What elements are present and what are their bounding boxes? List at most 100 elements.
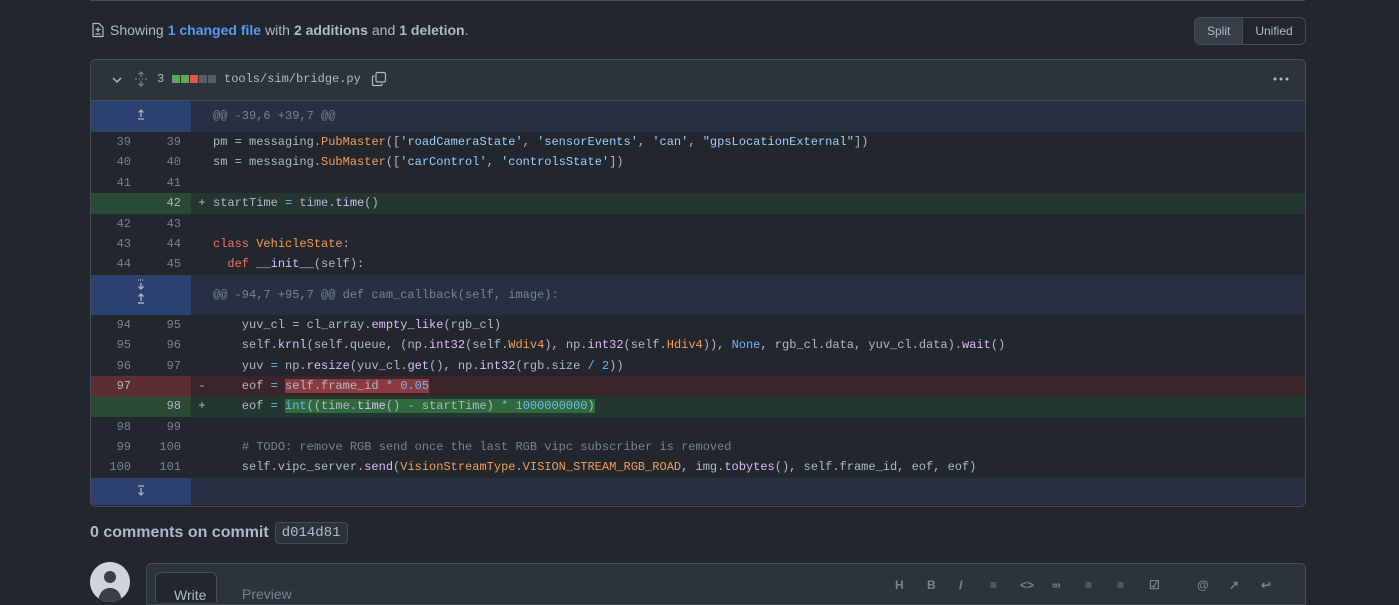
- ordered-list-icon[interactable]: ≡: [1117, 578, 1133, 594]
- expand-both-icon: [138, 279, 144, 304]
- split-view-button[interactable]: Split: [1195, 18, 1244, 44]
- expand-both-button[interactable]: [91, 274, 191, 315]
- diff-line: 95 96 self.krnl(self.queue, (np.int32(sel…: [91, 335, 1305, 355]
- comments-heading: 0 comments on commit d014d81: [90, 522, 348, 544]
- expand-down-button[interactable]: [91, 477, 191, 505]
- new-line-number[interactable]: 95: [131, 315, 191, 335]
- diff-summary: Showing 1 changed file with 2 additions …: [90, 18, 468, 42]
- summary-with: with: [265, 22, 290, 38]
- diff-line: 98 99: [91, 417, 1305, 437]
- expand-up-button[interactable]: [91, 101, 191, 132]
- old-line-number[interactable]: 44: [91, 254, 131, 274]
- bold-icon[interactable]: B: [927, 578, 943, 594]
- expand-down-icon: [138, 485, 144, 496]
- new-line-number[interactable]: 100: [131, 437, 191, 457]
- code-line: startTime = time.time(): [213, 196, 379, 211]
- commit-sha[interactable]: d014d81: [274, 522, 348, 544]
- new-line-number[interactable]: 98: [131, 396, 191, 416]
- old-line-number[interactable]: 39: [91, 132, 131, 152]
- deletions-count: 1 deletion: [399, 22, 465, 38]
- copy-icon[interactable]: [371, 71, 387, 87]
- chevron-down-icon[interactable]: [109, 72, 125, 88]
- file-path[interactable]: tools/sim/bridge.py: [224, 72, 361, 86]
- old-line-number[interactable]: [91, 193, 131, 213]
- diff-file: 3 tools/sim/bridge.py @@ -39,6 +39,7 @@ …: [90, 59, 1306, 507]
- expand-up-icon: [138, 109, 144, 120]
- diff-line: 41 41: [91, 173, 1305, 193]
- changed-files-link[interactable]: 1 changed file: [168, 22, 261, 38]
- new-line-number[interactable]: 99: [131, 417, 191, 437]
- diff-line: 39 39 pm = messaging.PubMaster(['roadCame…: [91, 132, 1305, 152]
- reply-icon[interactable]: ↩: [1261, 578, 1277, 594]
- old-line-number[interactable]: [91, 396, 131, 416]
- diff-sign: +: [198, 399, 206, 414]
- new-line-number[interactable]: 101: [131, 457, 191, 477]
- diff-line: 99 100 # TODO: remove RGB send once the l…: [91, 437, 1305, 457]
- code-line: sm = messaging.SubMaster(['carControl', …: [213, 155, 624, 170]
- new-line-number[interactable]: 39: [131, 132, 191, 152]
- code-line: self.vipc_server.send(VisionStreamType.V…: [213, 460, 977, 475]
- kebab-menu-icon[interactable]: [1271, 71, 1291, 87]
- new-line-number[interactable]: 41: [131, 173, 191, 193]
- summary-prefix: Showing: [110, 22, 164, 38]
- reference-icon[interactable]: ↗: [1229, 578, 1245, 594]
- old-line-number[interactable]: 100: [91, 457, 131, 477]
- change-count: 3: [157, 72, 165, 86]
- code-line: eof = int((time.time() - startTime) * 10…: [213, 399, 595, 414]
- old-line-number[interactable]: 97: [91, 376, 131, 396]
- code-icon[interactable]: <>: [1020, 578, 1036, 594]
- diffstat-bar: [172, 75, 216, 83]
- summary-period: .: [464, 22, 469, 38]
- italic-icon[interactable]: I: [959, 578, 975, 594]
- old-line-number[interactable]: 94: [91, 315, 131, 335]
- new-line-number[interactable]: 42: [131, 193, 191, 213]
- avatar[interactable]: [90, 562, 130, 602]
- link-icon[interactable]: ∞: [1052, 578, 1068, 594]
- old-line-number[interactable]: 96: [91, 356, 131, 376]
- heading-icon[interactable]: H: [895, 578, 911, 594]
- diff-line: 44 45 def __init__(self):: [91, 254, 1305, 274]
- code-line: pm = messaging.PubMaster(['roadCameraSta…: [213, 135, 869, 149]
- task-list-icon[interactable]: ☑: [1149, 578, 1165, 594]
- new-line-number[interactable]: 40: [131, 152, 191, 172]
- unified-view-button[interactable]: Unified: [1243, 18, 1304, 44]
- comment-editor: Write Preview H B I ≡ <> ∞ ≡ ≡ ☑ @ ↗ ↩: [146, 563, 1306, 605]
- tab-preview[interactable]: Preview: [242, 586, 292, 602]
- old-line-number[interactable]: 40: [91, 152, 131, 172]
- old-line-number[interactable]: 99: [91, 437, 131, 457]
- old-line-number[interactable]: 41: [91, 173, 131, 193]
- expand-all-icon[interactable]: [133, 71, 149, 87]
- additions-count: 2 additions: [293, 22, 368, 38]
- diff-sign: +: [198, 196, 206, 211]
- diffstat-block: [208, 75, 216, 83]
- new-line-number[interactable]: [131, 376, 191, 396]
- hunk-label: @@ -39,6 +39,7 @@: [213, 109, 336, 123]
- old-line-number[interactable]: 43: [91, 234, 131, 254]
- hunk-header: @@ -39,6 +39,7 @@: [91, 101, 1305, 132]
- quote-icon[interactable]: ≡: [990, 578, 1006, 594]
- code-line: yuv = np.resize(yuv_cl.get(), np.int32(r…: [213, 358, 624, 373]
- diff-line: 94 95 yuv_cl = cl_array.empty_like(rgb_cl…: [91, 315, 1305, 335]
- diff-view-toggle: Split Unified: [1194, 17, 1306, 45]
- new-line-number[interactable]: 44: [131, 234, 191, 254]
- new-line-number[interactable]: 43: [131, 214, 191, 234]
- old-line-number[interactable]: 42: [91, 214, 131, 234]
- file-diff-icon: [90, 22, 106, 38]
- new-line-number[interactable]: 97: [131, 356, 191, 376]
- old-line-number[interactable]: 98: [91, 417, 131, 437]
- mention-icon[interactable]: @: [1197, 578, 1213, 594]
- diff-line-added: 42 + startTime = time.time(): [91, 193, 1305, 214]
- old-line-number[interactable]: 95: [91, 335, 131, 355]
- new-line-number[interactable]: 96: [131, 335, 191, 355]
- tab-write[interactable]: Write: [155, 572, 217, 603]
- code-line: eof = self.frame_id * 0.05: [213, 378, 430, 393]
- diff-line: 40 40 sm = messaging.SubMaster(['carContr…: [91, 152, 1305, 172]
- diff-line: 100 101 self.vipc_server.send(VisionStrea…: [91, 457, 1305, 477]
- top-divider: [90, 0, 1305, 1]
- diff-line-deleted: 97 - eof = self.frame_id * 0.05: [91, 375, 1305, 397]
- file-header: 3 tools/sim/bridge.py: [91, 60, 1305, 101]
- code-line: class VehicleState:: [213, 236, 350, 251]
- unordered-list-icon[interactable]: ≡: [1085, 578, 1101, 594]
- diffstat-block: [199, 75, 207, 83]
- new-line-number[interactable]: 45: [131, 254, 191, 274]
